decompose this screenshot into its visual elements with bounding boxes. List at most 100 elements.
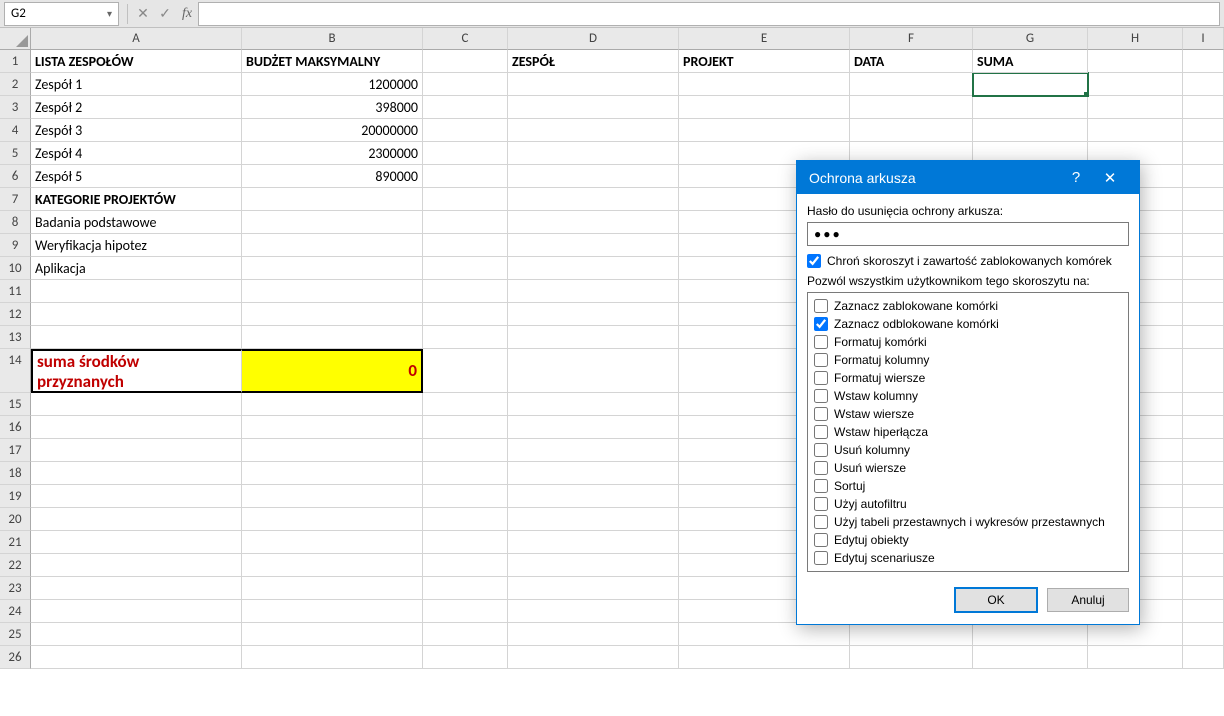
cell-C3[interactable] [423,96,508,119]
cell-H1[interactable] [1088,50,1183,73]
row-header-16[interactable]: 16 [0,416,31,439]
perm-checkbox[interactable] [814,389,828,403]
cell-A21[interactable] [31,531,242,554]
cell-I2[interactable] [1183,73,1224,96]
perm-checkbox[interactable] [814,317,828,331]
cell-B23[interactable] [242,577,423,600]
row-header-24[interactable]: 24 [0,600,31,623]
cell-C10[interactable] [423,257,508,280]
cell-A16[interactable] [31,416,242,439]
cell-B8[interactable] [242,211,423,234]
fx-icon[interactable]: fx [176,3,198,25]
cell-C21[interactable] [423,531,508,554]
select-all-corner[interactable] [0,28,31,50]
row-header-18[interactable]: 18 [0,462,31,485]
cell-D23[interactable] [508,577,679,600]
cell-B15[interactable] [242,393,423,416]
cell-I24[interactable] [1183,600,1224,623]
permissions-list[interactable]: Zaznacz zablokowane komórkiZaznacz odblo… [807,292,1129,572]
row-header-8[interactable]: 8 [0,211,31,234]
cell-B11[interactable] [242,280,423,303]
col-header-G[interactable]: G [973,28,1088,50]
row-header-12[interactable]: 12 [0,303,31,326]
col-header-D[interactable]: D [508,28,679,50]
cell-A20[interactable] [31,508,242,531]
cell-B19[interactable] [242,485,423,508]
cell-C11[interactable] [423,280,508,303]
cell-B18[interactable] [242,462,423,485]
cell-B17[interactable] [242,439,423,462]
perm-item[interactable]: Użyj tabeli przestawnych i wykresów prze… [814,513,1122,531]
cell-C5[interactable] [423,142,508,165]
cell-A3[interactable]: Zespół 2 [31,96,242,119]
perm-checkbox[interactable] [814,497,828,511]
cell-D25[interactable] [508,623,679,646]
perm-checkbox[interactable] [814,515,828,529]
cell-A5[interactable]: Zespół 4 [31,142,242,165]
cell-B4[interactable]: 20000000 [242,119,423,142]
cell-D10[interactable] [508,257,679,280]
cancel-button[interactable]: Anuluj [1047,588,1129,612]
row-header-21[interactable]: 21 [0,531,31,554]
cell-E1[interactable]: PROJEKT [679,50,850,73]
protect-checkbox[interactable] [807,254,821,268]
cell-A15[interactable] [31,393,242,416]
formula-input[interactable] [198,2,1220,26]
cell-I21[interactable] [1183,531,1224,554]
row-header-22[interactable]: 22 [0,554,31,577]
perm-item[interactable]: Formatuj komórki [814,333,1122,351]
cell-C16[interactable] [423,416,508,439]
perm-checkbox[interactable] [814,299,828,313]
row-header-20[interactable]: 20 [0,508,31,531]
perm-item[interactable]: Edytuj scenariusze [814,549,1122,567]
cell-D21[interactable] [508,531,679,554]
cell-B7[interactable] [242,188,423,211]
row-header-7[interactable]: 7 [0,188,31,211]
cell-B21[interactable] [242,531,423,554]
perm-item[interactable]: Usuń kolumny [814,441,1122,459]
row-header-25[interactable]: 25 [0,623,31,646]
row-header-2[interactable]: 2 [0,73,31,96]
cell-E4[interactable] [679,119,850,142]
cell-D7[interactable] [508,188,679,211]
cell-C4[interactable] [423,119,508,142]
cell-G2[interactable] [973,73,1088,96]
row-header-11[interactable]: 11 [0,280,31,303]
cell-I19[interactable] [1183,485,1224,508]
cell-D8[interactable] [508,211,679,234]
row-header-6[interactable]: 6 [0,165,31,188]
cell-I20[interactable] [1183,508,1224,531]
cell-H26[interactable] [1088,646,1183,669]
row-header-5[interactable]: 5 [0,142,31,165]
col-header-C[interactable]: C [423,28,508,50]
col-header-A[interactable]: A [31,28,242,50]
cell-G4[interactable] [973,119,1088,142]
cell-E3[interactable] [679,96,850,119]
row-header-17[interactable]: 17 [0,439,31,462]
row-header-14[interactable]: 14 [0,349,31,393]
cell-D24[interactable] [508,600,679,623]
cell-E25[interactable] [679,623,850,646]
perm-checkbox[interactable] [814,335,828,349]
cell-D18[interactable] [508,462,679,485]
cell-I10[interactable] [1183,257,1224,280]
cell-B14[interactable]: 0 [242,349,423,393]
cell-D5[interactable] [508,142,679,165]
cell-F26[interactable] [850,646,973,669]
cell-B22[interactable] [242,554,423,577]
cell-D26[interactable] [508,646,679,669]
cell-A19[interactable] [31,485,242,508]
cell-G1[interactable]: SUMA [973,50,1088,73]
cell-H2[interactable] [1088,73,1183,96]
perm-item[interactable]: Wstaw hiperłącza [814,423,1122,441]
cell-A23[interactable] [31,577,242,600]
perm-item[interactable]: Wstaw wiersze [814,405,1122,423]
cell-A6[interactable]: Zespół 5 [31,165,242,188]
cell-G25[interactable] [973,623,1088,646]
cell-D3[interactable] [508,96,679,119]
cell-I25[interactable] [1183,623,1224,646]
cell-C20[interactable] [423,508,508,531]
cell-B2[interactable]: 1200000 [242,73,423,96]
cell-I12[interactable] [1183,303,1224,326]
cell-D14[interactable] [508,349,679,393]
